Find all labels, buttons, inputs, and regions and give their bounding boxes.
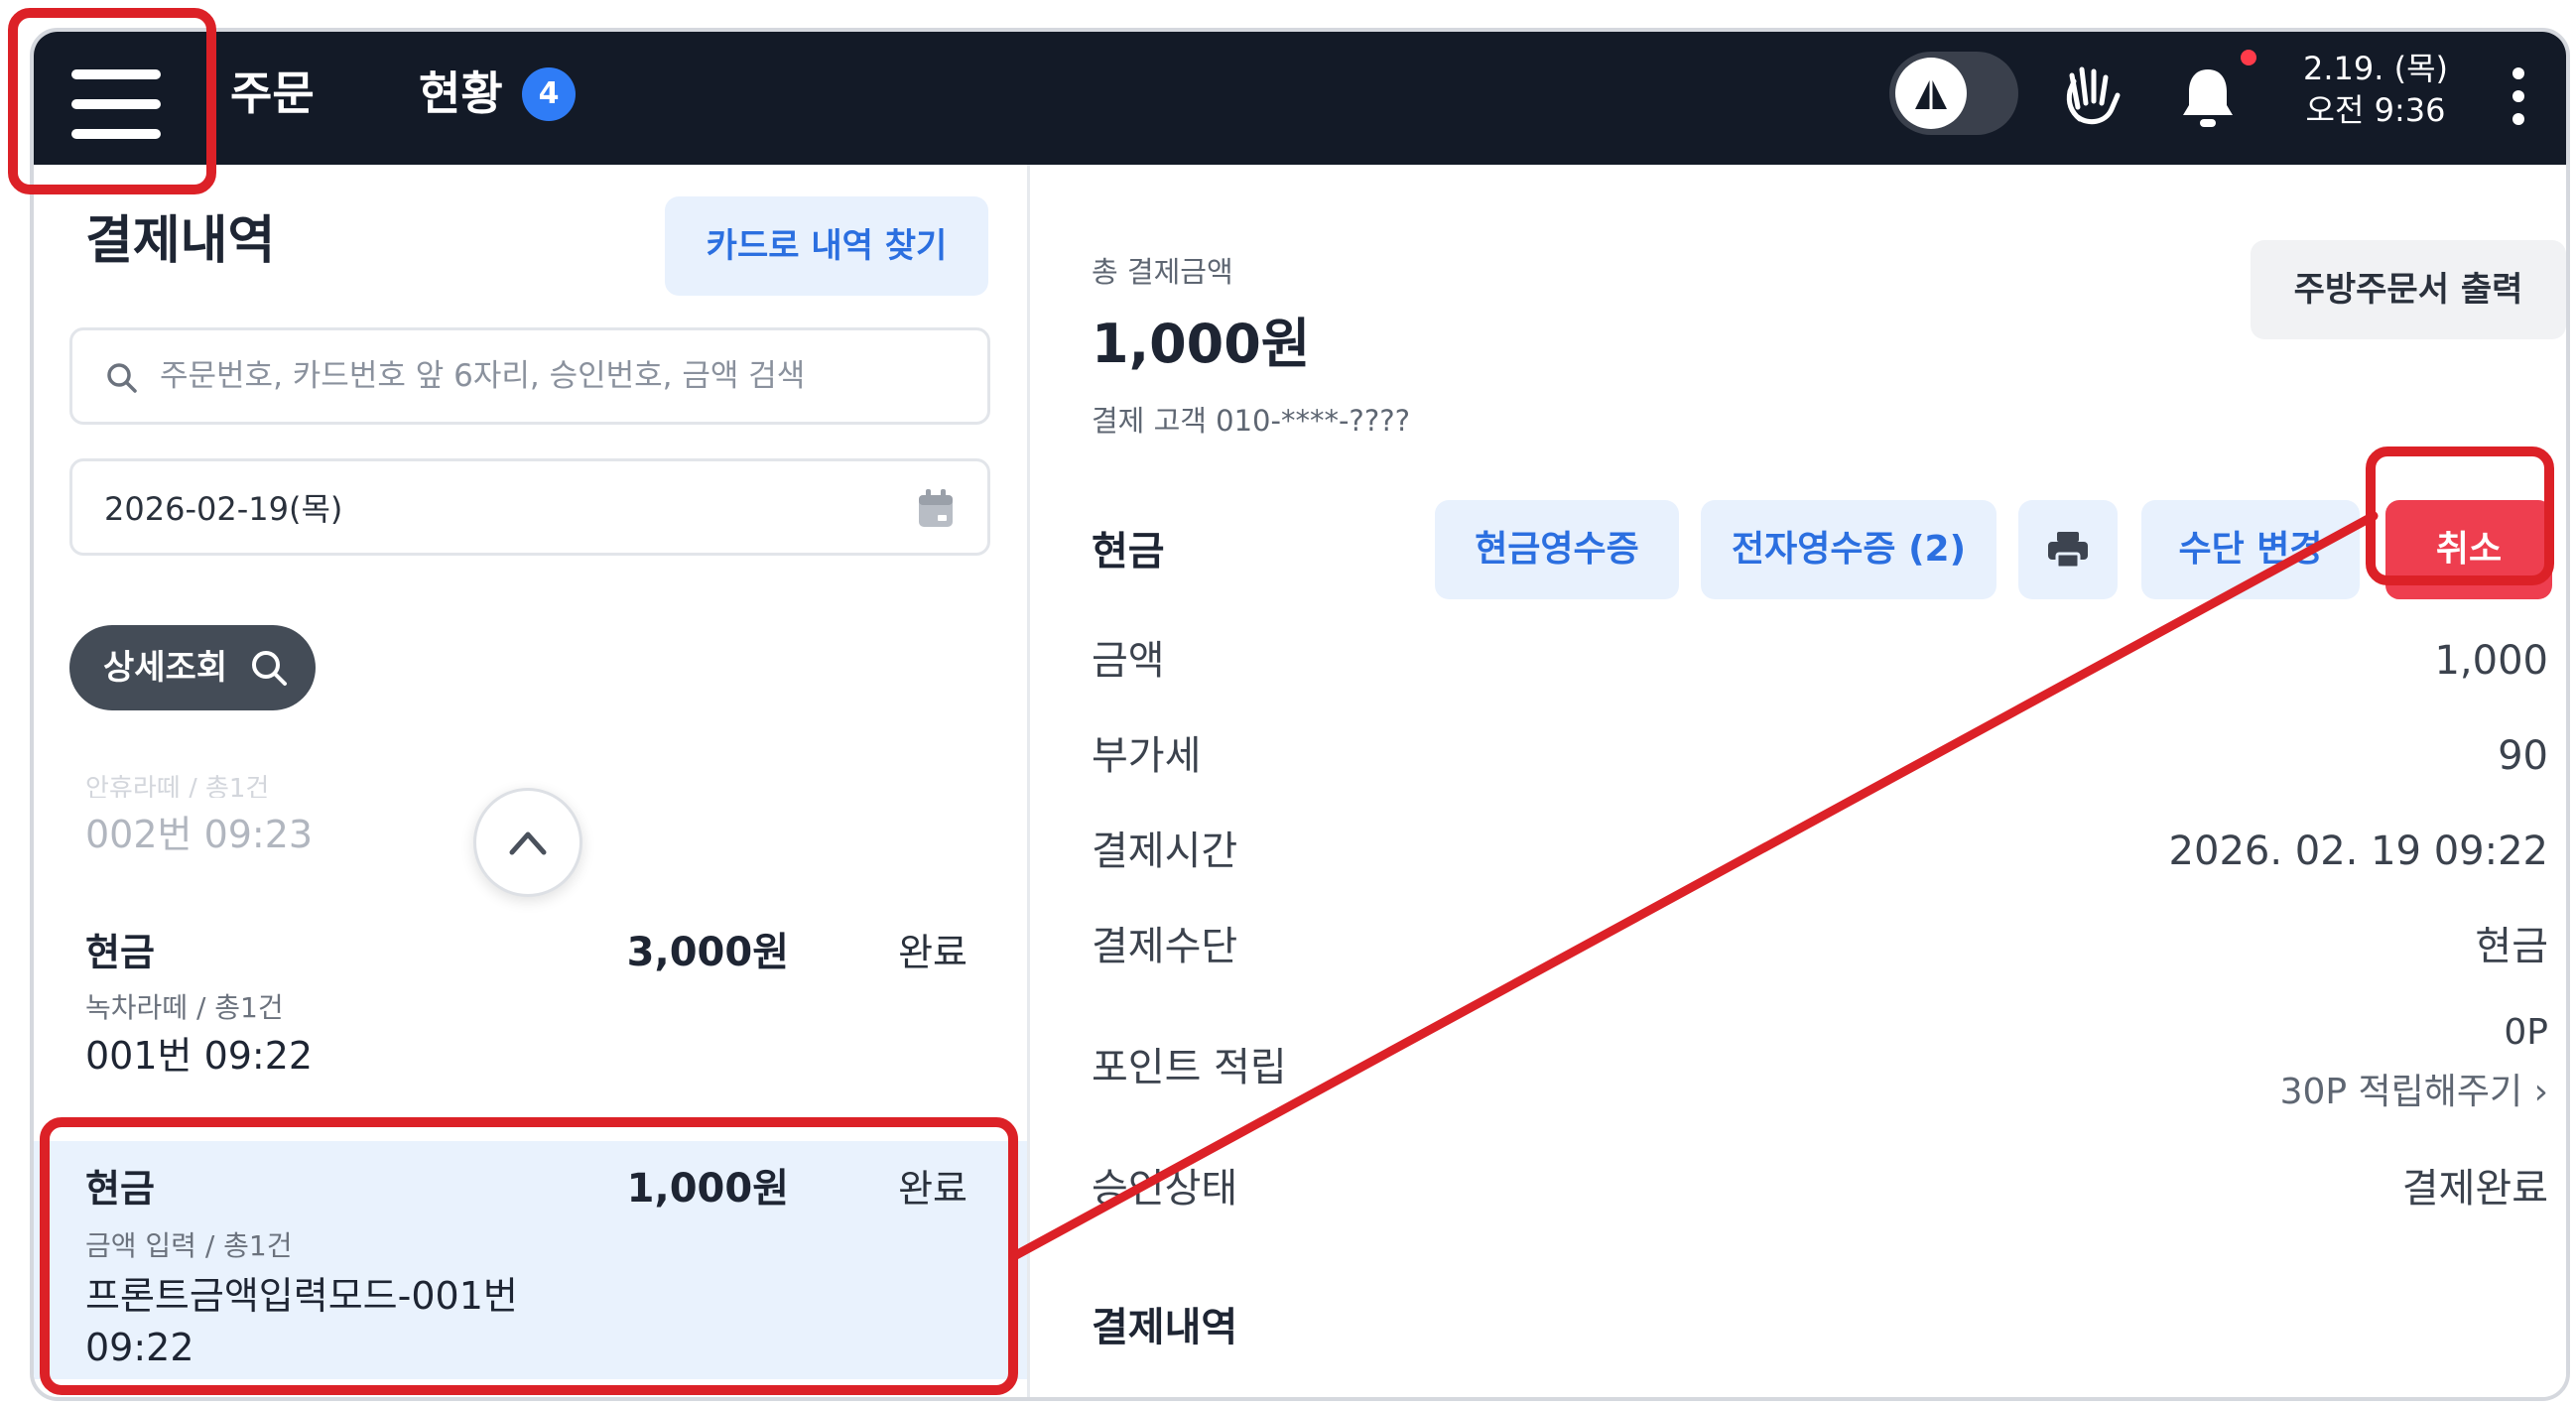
list-item-selected[interactable]: 현금 1,000원 완료 금액 입력 / 총1건 프론트금액입력모드-001번 …	[34, 1141, 1027, 1379]
chevron-up-icon	[509, 831, 547, 855]
payment-method-title: 현금	[1092, 529, 1165, 575]
total-amount-value: 1,000원	[1092, 313, 1311, 375]
print-button[interactable]	[2018, 500, 2118, 599]
row-order: 001번 09:22	[85, 1034, 314, 1078]
list-item[interactable]: 현금 3,000원 완료 녹차라떼 / 총1건 001번 09:22	[34, 919, 1027, 1117]
nav-tab-order[interactable]: 주문	[230, 62, 315, 125]
row-pay-type: 현금	[85, 931, 155, 974]
pos-device-frame: 주문 현황 4 2.19. (목) 오전 9:36 결제내역 카드로 내역 찾기…	[30, 28, 2570, 1401]
faded-row-sub: 안휴라떼 / 총1건	[85, 774, 270, 798]
point-value: 0P	[2504, 1012, 2548, 1053]
amount-label: 금액	[1092, 638, 1165, 684]
sail-mode-icon	[1915, 77, 1947, 109]
row-amount: 1,000원	[626, 1166, 789, 1212]
vat-label: 부가세	[1092, 733, 1202, 779]
amount-value: 1,000	[2434, 638, 2548, 684]
search-input[interactable]	[160, 346, 954, 406]
more-vertical-icon[interactable]	[2509, 65, 2528, 127]
clock-time: 오전 9:36	[2305, 91, 2446, 129]
pay-method-label: 결제수단	[1092, 924, 1238, 969]
customer-info: 결제 고객 010-****-????	[1092, 404, 1411, 438]
row-items: 녹차라떼 / 총1건	[85, 991, 284, 1024]
detail-search-button[interactable]: 상세조회	[69, 625, 316, 710]
total-amount-label: 총 결제금액	[1092, 255, 1233, 289]
approval-label: 승인상태	[1092, 1166, 1238, 1212]
change-method-button[interactable]: 수단 변경	[2141, 500, 2360, 599]
row-items: 금액 입력 / 총1건	[85, 1229, 293, 1262]
page-title: 결제내역	[85, 211, 276, 271]
pay-time-label: 결제시간	[1092, 829, 1238, 874]
point-label: 포인트 적립	[1092, 1045, 1287, 1090]
detail-search-label: 상세조회	[103, 648, 228, 688]
calendar-icon[interactable]	[916, 487, 956, 531]
top-bar: 주문 현황 4 2.19. (목) 오전 9:36	[34, 32, 2566, 165]
payment-detail-panel: 총 결제금액 1,000원 결제 고객 010-****-???? 주방주문서 …	[1030, 165, 2566, 1397]
row-status: 완료	[898, 1167, 967, 1211]
pay-method-value: 현금	[2475, 924, 2548, 969]
add-point-link[interactable]: 30P 적립해주기 ›	[2280, 1068, 2548, 1117]
cash-receipt-button[interactable]: 현금영수증	[1435, 500, 1679, 599]
clock-date: 2.19. (목)	[2302, 50, 2448, 87]
date-picker[interactable]: 2026-02-19(목)	[69, 458, 990, 556]
approval-value: 결제완료	[2401, 1166, 2548, 1212]
row-pay-type: 현금	[85, 1167, 155, 1211]
clock: 2.19. (목) 오전 9:36	[2296, 48, 2455, 131]
search-icon	[252, 651, 287, 686]
search-icon	[107, 363, 137, 393]
mode-toggle[interactable]	[1889, 52, 2018, 135]
search-field[interactable]	[69, 327, 990, 425]
scroll-to-top-button[interactable]	[473, 788, 582, 897]
card-history-search-button[interactable]: 카드로 내역 찾기	[665, 196, 988, 296]
payment-history-title: 결제내역	[1092, 1305, 1238, 1350]
vat-value: 90	[2498, 733, 2548, 779]
cancel-payment-button[interactable]: 취소	[2385, 500, 2552, 599]
hand-wave-icon[interactable]	[2058, 62, 2127, 131]
faded-row-order[interactable]: 002번 09:23	[85, 810, 313, 859]
notification-dot	[2241, 50, 2256, 65]
printer-icon	[2048, 532, 2088, 570]
row-status: 완료	[898, 931, 967, 974]
bell-icon[interactable]	[2177, 64, 2239, 131]
row-amount: 3,000원	[626, 930, 789, 975]
kitchen-order-print-button[interactable]: 주방주문서 출력	[2251, 240, 2566, 339]
nav-tab-status[interactable]: 현황	[419, 62, 503, 125]
row-order: 프론트금액입력모드-001번 09:22	[85, 1274, 518, 1369]
date-value: 2026-02-19(목)	[104, 490, 343, 528]
pay-time-value: 2026. 02. 19 09:22	[2168, 829, 2548, 874]
status-count-badge: 4	[522, 67, 576, 121]
payment-list-panel: 결제내역 카드로 내역 찾기 2026-02-19(목) 상세조회	[34, 165, 1030, 1397]
e-receipt-button[interactable]: 전자영수증 (2)	[1701, 500, 1996, 599]
hamburger-menu-icon[interactable]	[71, 64, 167, 143]
toggle-knob	[1895, 58, 1967, 129]
